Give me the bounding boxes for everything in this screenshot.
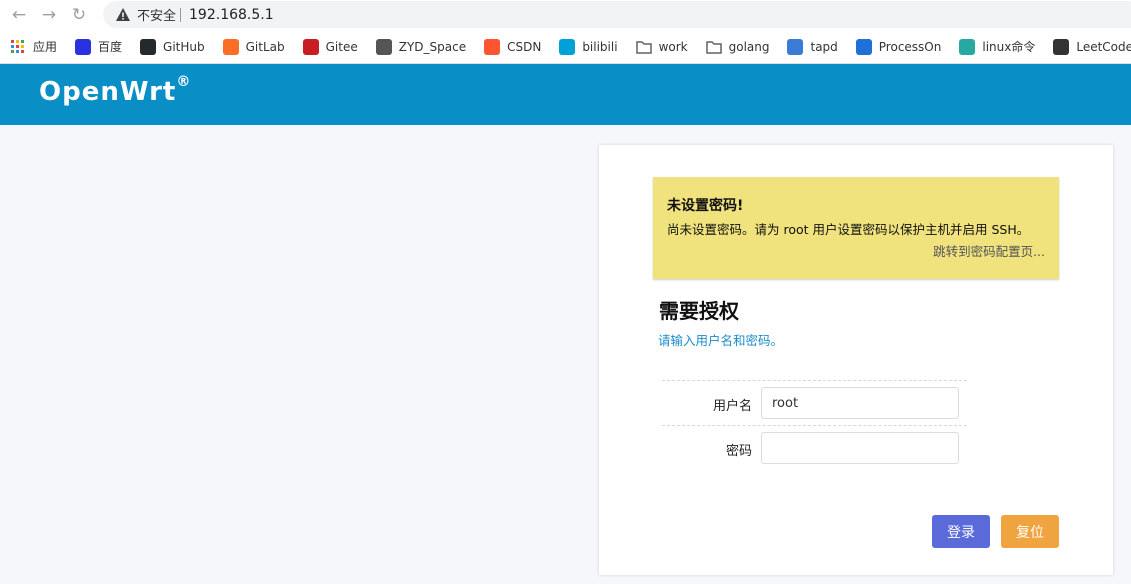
csdn-icon <box>484 38 501 55</box>
bookmark-item[interactable]: tapd <box>787 38 838 55</box>
username-label: 用户名 <box>712 399 752 414</box>
github-icon <box>140 38 157 55</box>
bookmark-item[interactable]: LeetCode <box>1053 38 1131 55</box>
bookmark-label: work <box>658 39 688 54</box>
baidu-icon <box>75 38 92 55</box>
username-input[interactable] <box>761 387 959 419</box>
security-label: 不安全 <box>137 9 177 24</box>
globe-icon <box>375 38 392 55</box>
bookmark-label: LeetCode <box>1076 39 1131 54</box>
bookmarks-bar: 应用 百度 GitHub GitLab Gitee ZYD_Space CSDN bilibi… <box>0 30 1131 64</box>
bookmark-label: golang <box>728 39 770 54</box>
password-label: 密码 <box>725 444 752 459</box>
tapd-icon <box>787 38 804 55</box>
reload-icon[interactable]: ↻ <box>68 4 90 26</box>
bookmark-label: GitHub <box>163 39 205 54</box>
bookmark-label: ProcessOn <box>878 39 942 54</box>
password-input[interactable] <box>761 432 959 464</box>
back-arrow-icon[interactable]: ← <box>8 4 30 26</box>
linux-icon <box>959 38 976 55</box>
bookmark-item[interactable]: Gitee <box>302 38 358 55</box>
login-button[interactable]: 登录 <box>932 515 990 548</box>
bookmark-item[interactable]: ZYD_Space <box>375 38 467 55</box>
bookmark-label: linux命令 <box>982 40 1036 54</box>
forward-arrow-icon[interactable]: → <box>38 4 60 26</box>
gitlab-icon <box>222 38 239 55</box>
bookmark-label: 百度 <box>98 40 123 54</box>
auth-title: 需要授权 <box>659 299 739 323</box>
login-card: 未设置密码! 尚未设置密码。请为 root 用户设置密码以保护主机并启用 SSH… <box>599 145 1113 575</box>
alert-title: 未设置密码! <box>667 198 744 214</box>
bookmark-label: ZYD_Space <box>398 39 467 54</box>
brand-name: OpenWrt <box>39 77 177 107</box>
openwrt-logo[interactable]: OpenWrt® <box>39 74 192 107</box>
bookmark-label: Gitee <box>325 39 358 54</box>
address-bar[interactable]: 不安全 192.168.5.1 <box>103 1 1131 28</box>
bookmark-label: 应用 <box>33 40 58 54</box>
bookmark-item[interactable]: bilibili <box>559 38 618 55</box>
bookmark-label: tapd <box>810 39 838 54</box>
password-row: 密码 <box>662 425 967 470</box>
password-config-link[interactable]: 跳转到密码配置页... <box>933 241 1045 260</box>
no-password-alert: 未设置密码! 尚未设置密码。请为 root 用户设置密码以保护主机并启用 SSH… <box>653 177 1059 279</box>
url-separator <box>180 7 182 22</box>
warning-icon[interactable] <box>115 7 131 23</box>
bookmark-item[interactable]: linux命令 <box>959 38 1035 55</box>
folder-icon <box>635 39 652 55</box>
url-text[interactable]: 192.168.5.1 <box>189 7 274 23</box>
bookmark-label: CSDN <box>507 39 542 54</box>
registered-mark: ® <box>176 74 192 91</box>
bookmark-label: bilibili <box>582 39 618 54</box>
leetcode-icon <box>1053 38 1070 55</box>
bookmark-item[interactable]: CSDN <box>484 38 542 55</box>
alert-message: 尚未设置密码。请为 root 用户设置密码以保护主机并启用 SSH。 <box>667 222 1030 237</box>
browser-toolbar: ← → ↻ 不安全 192.168.5.1 <box>0 0 1131 30</box>
bookmark-item[interactable]: GitHub <box>140 38 205 55</box>
auth-subtitle: 请输入用户名和密码。 <box>658 333 784 348</box>
bookmark-item[interactable]: 应用 <box>10 38 57 55</box>
bookmark-item[interactable]: ProcessOn <box>855 38 942 55</box>
bookmark-item[interactable]: golang <box>705 39 770 55</box>
bookmark-label: GitLab <box>245 39 285 54</box>
username-row: 用户名 <box>662 380 967 425</box>
bookmark-item[interactable]: work <box>635 39 688 55</box>
reset-button[interactable]: 复位 <box>1001 515 1059 548</box>
processon-icon <box>855 38 872 55</box>
bilibili-icon <box>559 38 576 55</box>
bookmark-item[interactable]: GitLab <box>222 38 285 55</box>
bookmark-item[interactable]: 百度 <box>75 38 122 55</box>
folder-icon <box>705 39 722 55</box>
gitee-icon <box>302 38 319 55</box>
openwrt-header: OpenWrt® <box>0 64 1131 125</box>
apps-grid-icon <box>10 39 26 55</box>
